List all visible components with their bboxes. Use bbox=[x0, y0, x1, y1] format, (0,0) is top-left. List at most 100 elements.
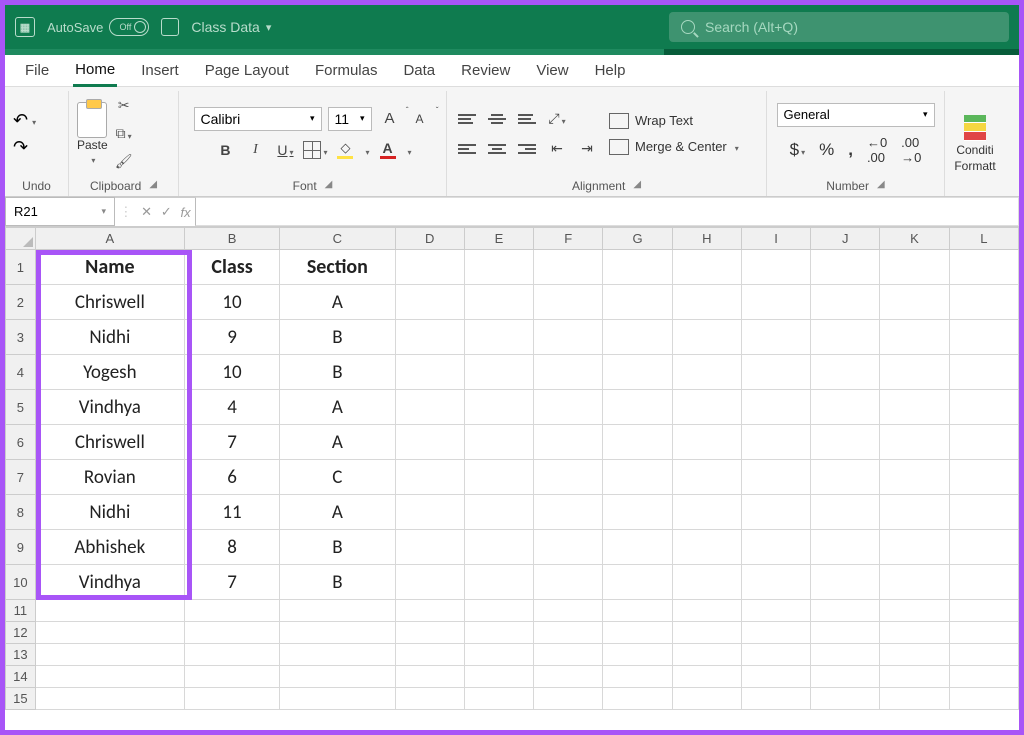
cell[interactable] bbox=[672, 390, 741, 425]
decrease-indent-icon[interactable]: ⇤ bbox=[545, 138, 569, 160]
column-header[interactable]: L bbox=[949, 228, 1018, 250]
undo-icon[interactable]: ↶ bbox=[13, 110, 28, 131]
cell[interactable] bbox=[880, 688, 949, 710]
document-title[interactable]: Class Data ▾ bbox=[191, 19, 271, 35]
cell[interactable] bbox=[949, 688, 1018, 710]
cell[interactable] bbox=[35, 600, 184, 622]
cell[interactable] bbox=[741, 688, 810, 710]
cell[interactable]: 9 bbox=[184, 320, 279, 355]
cell[interactable] bbox=[880, 600, 949, 622]
cell[interactable] bbox=[395, 666, 464, 688]
cell[interactable] bbox=[395, 425, 464, 460]
cell[interactable]: B bbox=[280, 320, 395, 355]
cell[interactable] bbox=[811, 285, 880, 320]
cell[interactable]: 7 bbox=[184, 425, 279, 460]
cell[interactable] bbox=[603, 425, 672, 460]
cell[interactable] bbox=[811, 460, 880, 495]
cell[interactable] bbox=[395, 460, 464, 495]
cell[interactable]: Abhishek bbox=[35, 530, 184, 565]
fill-color-button[interactable]: ◇ bbox=[333, 139, 357, 161]
cell[interactable]: A bbox=[280, 390, 395, 425]
enter-icon[interactable]: ✓ bbox=[161, 204, 172, 220]
formula-input[interactable] bbox=[195, 197, 1019, 226]
cell[interactable] bbox=[184, 688, 279, 710]
cell[interactable] bbox=[741, 425, 810, 460]
cell[interactable] bbox=[184, 644, 279, 666]
cell[interactable] bbox=[395, 644, 464, 666]
cell[interactable]: Vindhya bbox=[35, 390, 184, 425]
cell[interactable] bbox=[464, 600, 533, 622]
cell[interactable] bbox=[741, 460, 810, 495]
cell[interactable] bbox=[603, 460, 672, 495]
cell[interactable] bbox=[672, 320, 741, 355]
cell[interactable] bbox=[35, 688, 184, 710]
borders-button[interactable] bbox=[303, 139, 327, 161]
row-header[interactable]: 5 bbox=[6, 390, 36, 425]
cancel-icon[interactable]: ✕ bbox=[141, 204, 152, 220]
cell[interactable] bbox=[672, 495, 741, 530]
align-left-icon[interactable] bbox=[455, 138, 479, 160]
cell[interactable] bbox=[464, 565, 533, 600]
percent-icon[interactable]: % bbox=[819, 140, 834, 160]
cell[interactable] bbox=[603, 644, 672, 666]
cell[interactable] bbox=[395, 390, 464, 425]
search-input[interactable]: Search (Alt+Q) bbox=[669, 12, 1009, 42]
cell[interactable] bbox=[741, 390, 810, 425]
cell[interactable] bbox=[395, 622, 464, 644]
cell[interactable] bbox=[534, 644, 603, 666]
cell[interactable] bbox=[741, 285, 810, 320]
cell[interactable] bbox=[811, 250, 880, 285]
cell[interactable] bbox=[949, 666, 1018, 688]
name-box[interactable]: R21 ▾ bbox=[5, 197, 115, 226]
cell[interactable] bbox=[741, 622, 810, 644]
conditional-formatting-button[interactable]: Conditi Formatt bbox=[953, 91, 997, 196]
cell[interactable] bbox=[395, 688, 464, 710]
increase-indent-icon[interactable]: ⇥ bbox=[575, 138, 599, 160]
column-header[interactable]: D bbox=[395, 228, 464, 250]
row-header[interactable]: 12 bbox=[6, 622, 36, 644]
cell[interactable] bbox=[603, 565, 672, 600]
cell[interactable] bbox=[464, 644, 533, 666]
cell[interactable] bbox=[672, 644, 741, 666]
cell[interactable] bbox=[534, 390, 603, 425]
column-header[interactable]: B bbox=[184, 228, 279, 250]
cell[interactable] bbox=[534, 285, 603, 320]
align-top-icon[interactable] bbox=[455, 108, 479, 130]
save-icon[interactable] bbox=[161, 18, 179, 36]
cell[interactable] bbox=[464, 495, 533, 530]
wrap-text-button[interactable]: Wrap Text bbox=[609, 113, 739, 129]
cell[interactable] bbox=[280, 644, 395, 666]
cell[interactable] bbox=[880, 390, 949, 425]
cell[interactable] bbox=[741, 495, 810, 530]
redo-icon[interactable]: ↷ bbox=[13, 137, 28, 158]
cell[interactable] bbox=[603, 622, 672, 644]
cell[interactable] bbox=[184, 622, 279, 644]
row-header[interactable]: 1 bbox=[6, 250, 36, 285]
cell[interactable] bbox=[880, 666, 949, 688]
align-bottom-icon[interactable] bbox=[515, 108, 539, 130]
cell[interactable] bbox=[534, 666, 603, 688]
cell[interactable] bbox=[464, 285, 533, 320]
align-center-icon[interactable] bbox=[485, 138, 509, 160]
number-expand-icon[interactable]: ◢ bbox=[877, 179, 885, 193]
column-header[interactable]: J bbox=[811, 228, 880, 250]
cell[interactable] bbox=[880, 285, 949, 320]
cell[interactable] bbox=[880, 565, 949, 600]
cell[interactable] bbox=[395, 320, 464, 355]
cell[interactable] bbox=[395, 250, 464, 285]
cell[interactable] bbox=[741, 644, 810, 666]
row-header[interactable]: 11 bbox=[6, 600, 36, 622]
cell[interactable] bbox=[811, 565, 880, 600]
cell[interactable] bbox=[949, 600, 1018, 622]
cell[interactable] bbox=[949, 530, 1018, 565]
tab-page-layout[interactable]: Page Layout bbox=[203, 56, 291, 85]
cell[interactable] bbox=[395, 565, 464, 600]
cell[interactable] bbox=[464, 355, 533, 390]
tab-insert[interactable]: Insert bbox=[139, 56, 181, 85]
cell[interactable] bbox=[949, 250, 1018, 285]
orientation-icon[interactable]: ⤢ bbox=[545, 108, 569, 130]
paste-button[interactable]: Paste bbox=[77, 102, 108, 166]
cell[interactable] bbox=[741, 600, 810, 622]
comma-icon[interactable]: , bbox=[848, 140, 853, 160]
font-expand-icon[interactable]: ◢ bbox=[325, 179, 333, 193]
